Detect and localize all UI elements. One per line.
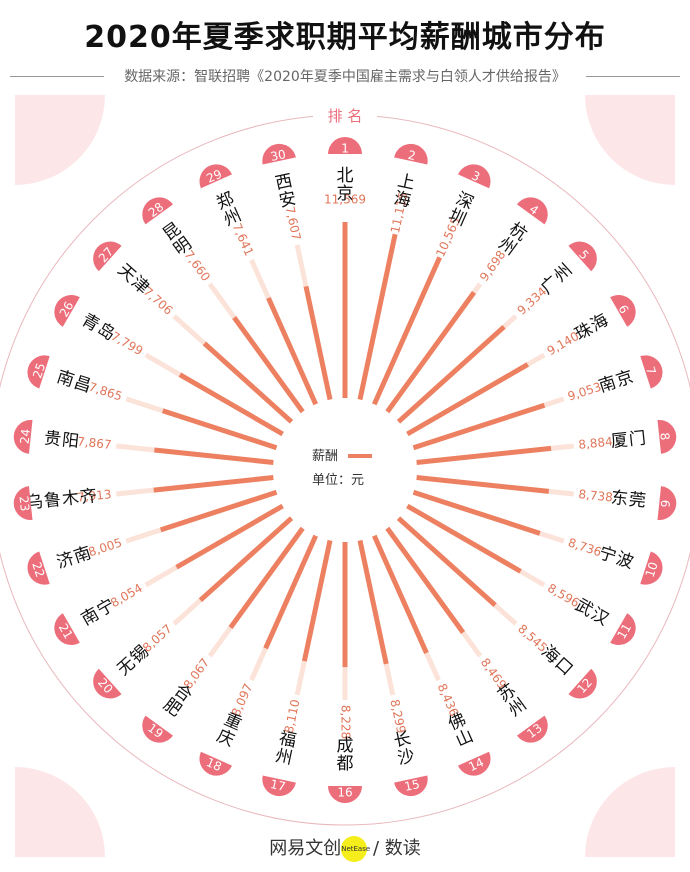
divider xyxy=(10,75,105,77)
bar-background xyxy=(550,443,575,451)
logo-separator: / xyxy=(372,838,380,859)
city-name-char: 莞 xyxy=(628,490,647,512)
radial-chart: 排 名11,569北京111,115上海210,565深圳39,698杭州49,… xyxy=(0,95,690,857)
city-name-char: 鲁 xyxy=(43,490,62,512)
corner-decoration xyxy=(585,95,675,185)
rank-label: 排 名 xyxy=(328,107,363,125)
sub-brand: 数读 xyxy=(384,838,421,859)
city-name-char: 东 xyxy=(610,488,629,510)
value-label: 8,228 xyxy=(339,705,353,739)
page-title: 2020年夏季求职期平均薪酬城市分布 xyxy=(84,20,606,55)
city-name-char: 京 xyxy=(337,184,354,204)
rank-number: 24 xyxy=(18,428,34,445)
legend-unit-label: 单位：元 xyxy=(312,473,364,488)
city-name-char: 都 xyxy=(337,754,354,774)
source-text: 数据来源：智联招聘《2020年夏季中国雇主需求与白领人才供给报告》 xyxy=(124,69,566,85)
divider xyxy=(585,75,681,77)
city-name-char: 木 xyxy=(61,488,80,510)
source-line: 数据来源：智联招聘《2020年夏季中国雇主需求与白领人才供给报告》 xyxy=(0,66,690,86)
city-name-char: 成 xyxy=(337,736,354,756)
rank-number: 23 xyxy=(17,495,33,512)
rank-number: 16 xyxy=(337,786,352,800)
rank-number: 1 xyxy=(341,142,349,156)
city-name-char: 北 xyxy=(337,166,354,186)
brand-name: 网易文创 xyxy=(269,838,342,859)
bar-background xyxy=(548,488,575,497)
city-name-char: 贵 xyxy=(43,428,62,450)
rank-number: 8 xyxy=(657,432,672,441)
footer-logo: 网易文创NetEase / 数读 xyxy=(0,834,690,862)
city-name-char: 齐 xyxy=(79,486,98,508)
city-name-char: 厦 xyxy=(610,430,629,452)
legend-salary-label: 薪酬 xyxy=(312,449,338,464)
rank-number: 9 xyxy=(658,499,673,508)
city-name-char: 门 xyxy=(628,428,647,450)
corner-decoration xyxy=(15,95,105,185)
city-name-char: 阳 xyxy=(61,430,80,452)
brand-badge: NetEase xyxy=(341,836,370,862)
